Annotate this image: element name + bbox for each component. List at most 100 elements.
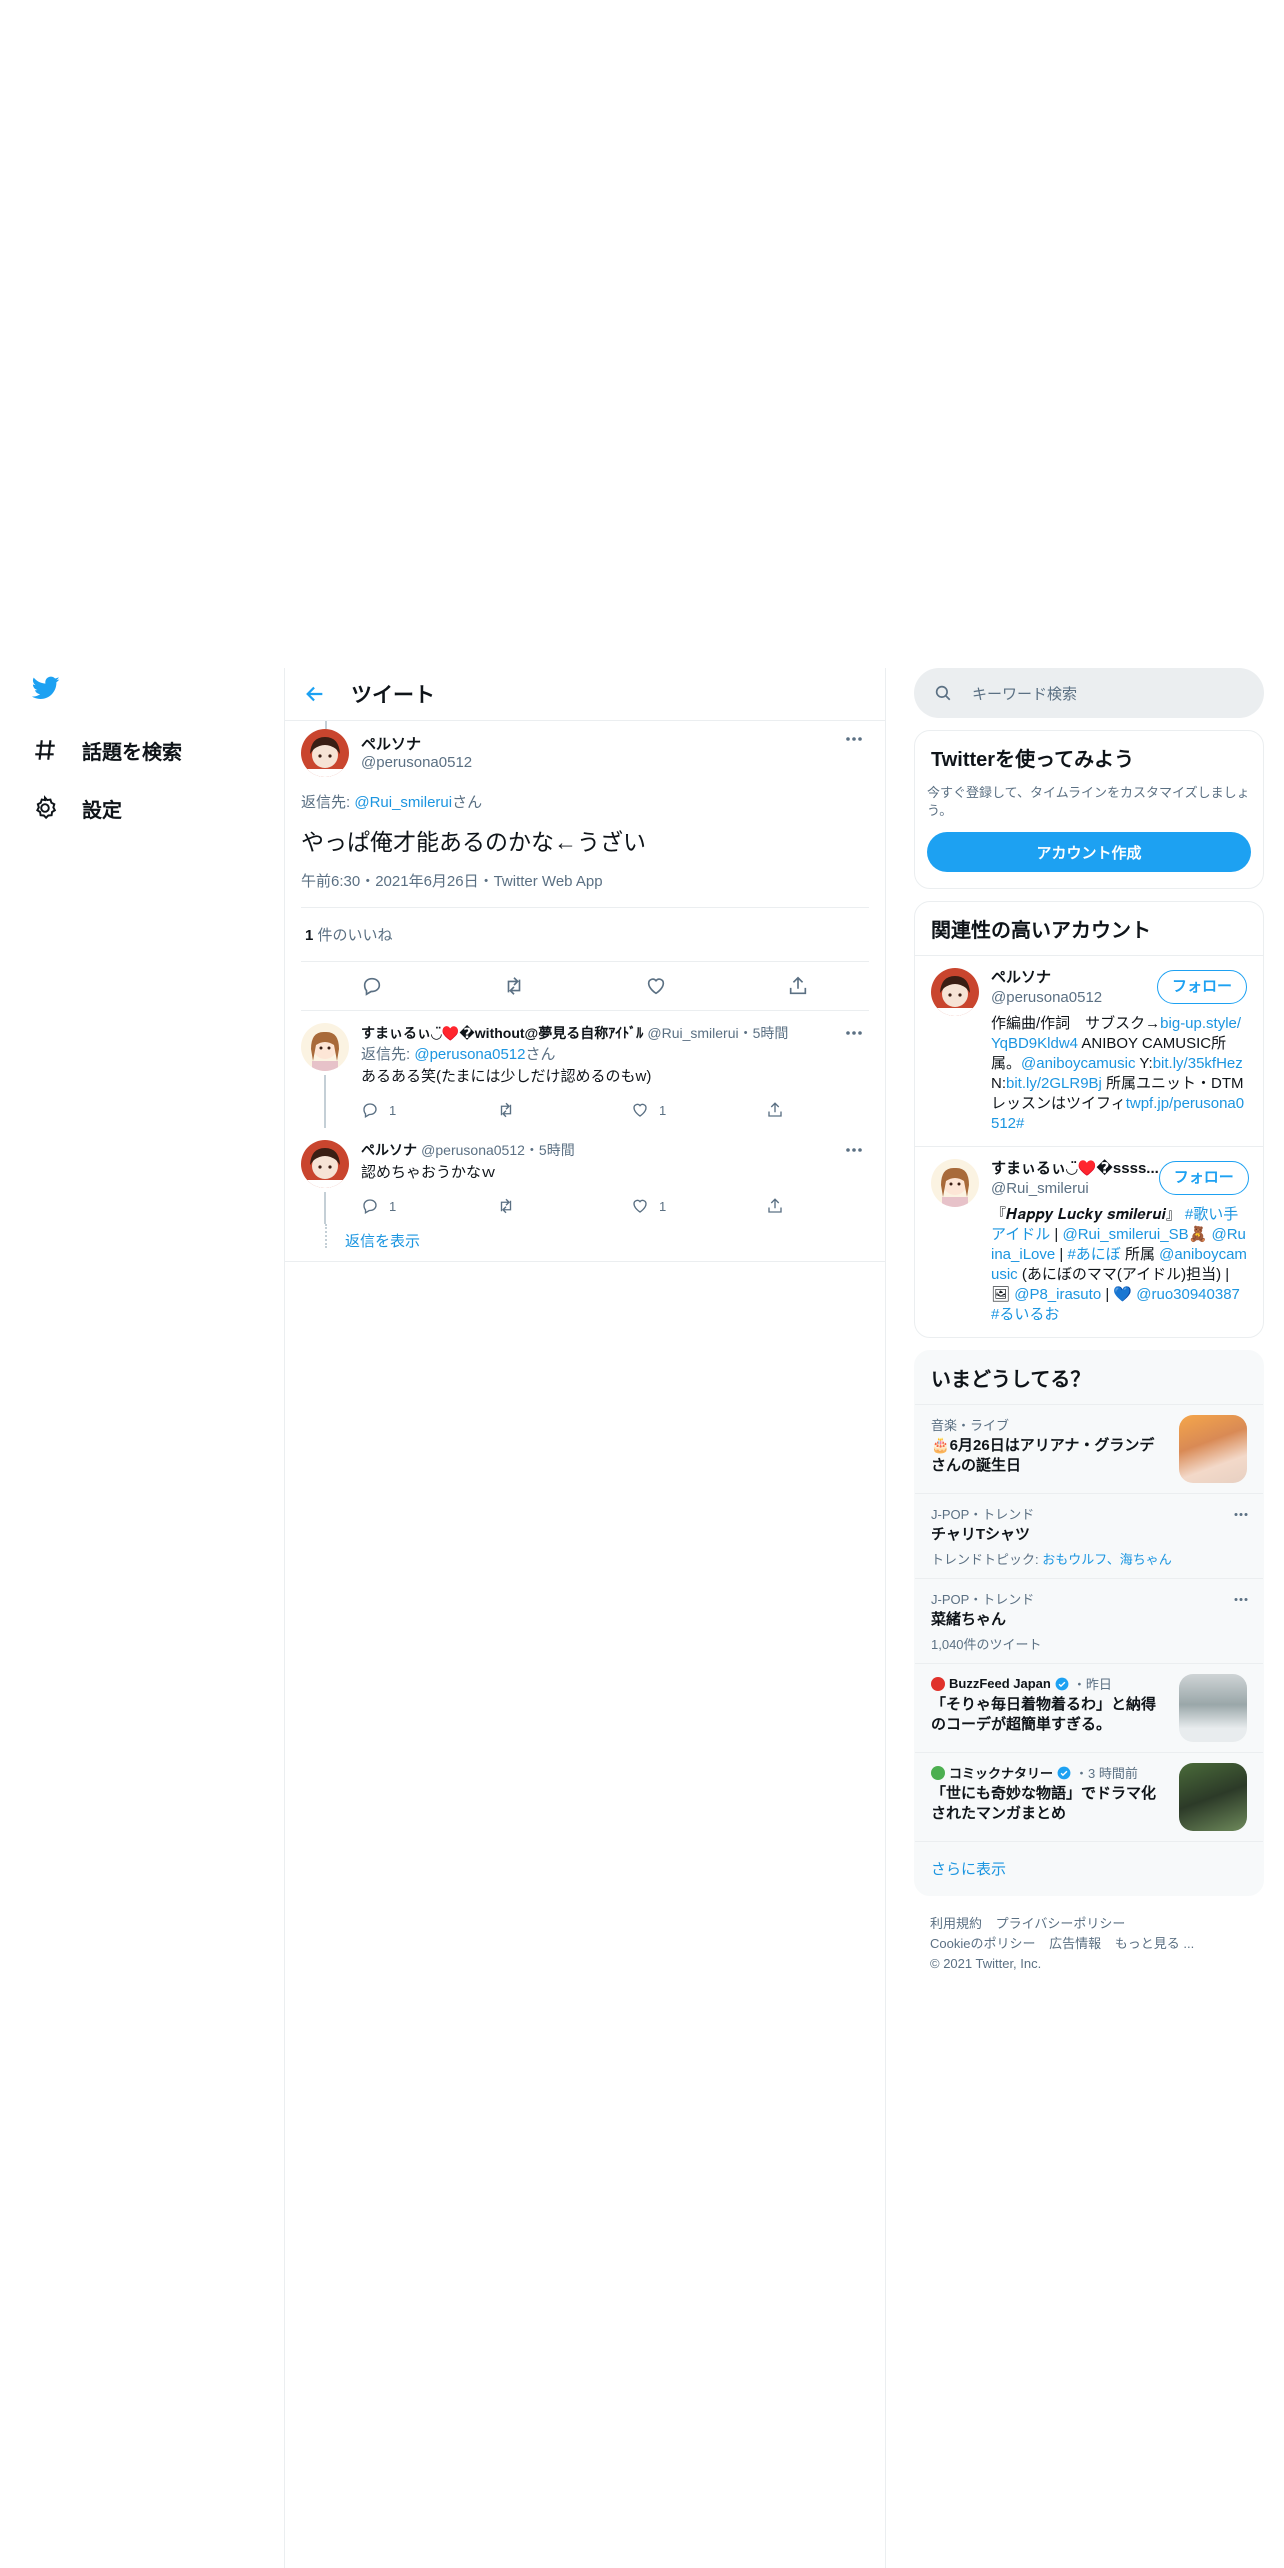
focal-tweet: ペルソナ @perusona0512 返信先: @Rui_smileruiさん … [285, 721, 885, 1011]
bio-link[interactable]: @aniboycamusic [1021, 1055, 1135, 1072]
show-replies-link[interactable]: 返信を表示 [345, 1224, 885, 1261]
nav-explore[interactable]: 話題を検索 [32, 730, 182, 770]
source-logo-icon [931, 1676, 945, 1691]
reply-text: あるある笑(たまには少しだけ認めるのもw) [361, 1068, 652, 1085]
avatar[interactable] [931, 1159, 979, 1207]
account-name[interactable]: すまぃるぃ◡̈♥️�ssss... [991, 1159, 1159, 1179]
share-button[interactable] [780, 968, 816, 1004]
bio-link[interactable]: @Rui_smilerui_SB [1063, 1226, 1189, 1243]
trend-tweet-count: 1,040件のツイート [931, 1637, 1042, 1652]
like-icon [633, 1103, 647, 1117]
avatar[interactable] [301, 1023, 349, 1071]
like-count: 1 [659, 1102, 667, 1118]
show-more-link[interactable]: さらに表示 [915, 1841, 1263, 1895]
like-button[interactable]: 1 [631, 1197, 766, 1215]
bio-text: | [1050, 1226, 1063, 1243]
follow-button[interactable]: フォロー [1156, 970, 1247, 1004]
trend-thumbnail [1179, 1674, 1247, 1742]
nav-settings-label: 設定 [82, 799, 122, 822]
reply-tweet[interactable]: すまぃるぃ◡̈♥️�without@夢見る自称ｱｲﾄﾞﾙ @Rui_smiler… [285, 1011, 885, 1128]
back-button[interactable] [295, 674, 335, 714]
account-item[interactable]: すまぃるぃ◡̈♥️�ssss... @Rui_smilerui フォロー 『𝑯𝒂… [915, 1146, 1263, 1337]
retweet-button[interactable] [496, 968, 532, 1004]
trend-title: チャリTシャツ [931, 1526, 1031, 1543]
more-icon [846, 1031, 862, 1035]
bio-link[interactable]: @P8_irasuto [1014, 1286, 1101, 1303]
signup-subtitle: 今すぐ登録して、タイムラインをカスタマイズしましょう。 [927, 785, 1250, 818]
reply-button[interactable]: 1 [361, 1101, 496, 1119]
footer-link-terms[interactable]: 利用規約 [930, 1916, 982, 1931]
bio-text: N: [991, 1075, 1006, 1092]
like-button[interactable]: 1 [631, 1101, 766, 1119]
reply-mention-link[interactable]: @perusona0512 [414, 1046, 525, 1063]
trend-item[interactable]: 音楽・ライブ 🎂6月26日はアリアナ・グランデさんの誕生日 [915, 1404, 1263, 1493]
main-column: ツイート ペルソナ @perusona0512 返信先: @Rui_smiler… [284, 668, 886, 2568]
account-handle[interactable]: @Rui_smilerui [991, 1179, 1159, 1199]
footer-link-ads[interactable]: 広告情報 [1049, 1936, 1101, 1951]
search-input[interactable]: キーワード検索 [914, 668, 1264, 718]
more-button[interactable] [839, 729, 869, 749]
reply-author-handle[interactable]: @Rui_smilerui [647, 1025, 738, 1041]
bio-link[interactable]: bit.ly/35kfHez [1153, 1055, 1243, 1072]
share-icon [768, 1102, 782, 1117]
footer-link-cookies[interactable]: Cookieのポリシー [930, 1936, 1035, 1951]
bio-link[interactable]: #あにぼ [1067, 1246, 1120, 1263]
reply-text: 認めちゃおうかなｗ [361, 1164, 497, 1181]
trend-item[interactable]: J-POP・トレンド 菜緒ちゃん 1,040件のツイート [915, 1578, 1263, 1663]
reply-to: 返信先: @perusona0512さん [361, 1043, 869, 1064]
reply-time[interactable]: ・5時間 [525, 1142, 575, 1158]
like-button[interactable] [638, 968, 674, 1004]
bio-text: 🧸 [1188, 1226, 1212, 1243]
more-button[interactable] [1233, 1589, 1249, 1607]
more-button[interactable] [1233, 1504, 1249, 1522]
right-sidebar: キーワード検索 Twitterを使ってみよう 今すぐ登録して、タイムラインをカス… [914, 668, 1264, 1974]
like-count[interactable]: 1 件のいいね [301, 908, 869, 962]
bio-text: | [1055, 1246, 1068, 1263]
account-name[interactable]: ペルソナ [991, 968, 1102, 988]
author-name[interactable]: ペルソナ [361, 733, 827, 754]
hashtag-icon [32, 737, 58, 763]
create-account-button[interactable]: アカウント作成 [927, 832, 1251, 872]
share-button[interactable] [766, 1101, 784, 1119]
reply-tweet[interactable]: ペルソナ @perusona0512・5時間 認めちゃおうかなｗ 1 1 [285, 1128, 885, 1224]
author-handle[interactable]: @perusona0512 [361, 754, 827, 771]
footer-link-more[interactable]: もっと見る ... [1115, 1936, 1194, 1951]
avatar[interactable] [931, 968, 979, 1016]
follow-button[interactable]: フォロー [1158, 1161, 1249, 1195]
bio-link[interactable]: bit.ly/2GLR9Bj [1006, 1075, 1102, 1092]
avatar[interactable] [301, 729, 349, 777]
reply-author-name[interactable]: ペルソナ [361, 1142, 417, 1158]
reply-actions: 1 1 [361, 1188, 869, 1224]
reply-to: 返信先: @Rui_smileruiさん [301, 791, 869, 812]
footer-link-privacy[interactable]: プライバシーポリシー [996, 1916, 1126, 1931]
retweet-button[interactable] [496, 1101, 631, 1119]
reply-author-handle[interactable]: @perusona0512 [421, 1142, 525, 1158]
reply-button[interactable] [354, 968, 390, 1004]
bio-link[interactable]: @ruo30940387 [1136, 1286, 1240, 1303]
footer: 利用規約 プライバシーポリシー Cookieのポリシー 広告情報 もっと見る .… [914, 1914, 1264, 1974]
account-handle[interactable]: @perusona0512 [991, 988, 1102, 1008]
retweet-button[interactable] [496, 1197, 631, 1215]
relevant-title: 関連性の高いアカウント [931, 920, 1151, 942]
reply-time[interactable]: ・5時間 [739, 1025, 789, 1041]
reply-icon [363, 977, 381, 996]
avatar[interactable] [301, 1140, 349, 1188]
trend-item[interactable]: コミックナタリー ・3 時間前 「世にも奇妙な物語」でドラマ化されたマンガまとめ [915, 1752, 1263, 1841]
more-button[interactable] [839, 1023, 869, 1043]
account-item[interactable]: ペルソナ @perusona0512 フォロー 作編曲/作詞 サブスク→big-… [915, 955, 1263, 1146]
reply-author-name[interactable]: すまぃるぃ◡̈♥️�without@夢見る自称ｱｲﾄﾞﾙ [361, 1025, 643, 1041]
trend-topics-link[interactable]: おもウルフ、海ちゃん [1042, 1552, 1171, 1567]
more-icon [846, 1148, 862, 1152]
nav-settings[interactable]: 設定 [32, 788, 122, 828]
reply-button[interactable]: 1 [361, 1197, 496, 1215]
tweet-timestamp[interactable]: 午前6:30・2021年6月26日・Twitter Web App [301, 870, 869, 908]
trend-item[interactable]: J-POP・トレンド チャリTシャツ トレンドトピック: おもウルフ、海ちゃん [915, 1493, 1263, 1578]
twitter-bird-icon[interactable] [30, 674, 62, 702]
reply-mention-link[interactable]: @Rui_smilerui [354, 794, 452, 811]
bio-link[interactable]: #るいるお [991, 1306, 1059, 1323]
bio-text: Y: [1135, 1055, 1153, 1072]
like-count: 1 [659, 1198, 667, 1214]
trend-item[interactable]: BuzzFeed Japan ・昨日 「そりゃ毎日着物着るわ」と納得のコーデが超… [915, 1663, 1263, 1752]
more-button[interactable] [839, 1140, 869, 1160]
share-button[interactable] [766, 1197, 784, 1215]
